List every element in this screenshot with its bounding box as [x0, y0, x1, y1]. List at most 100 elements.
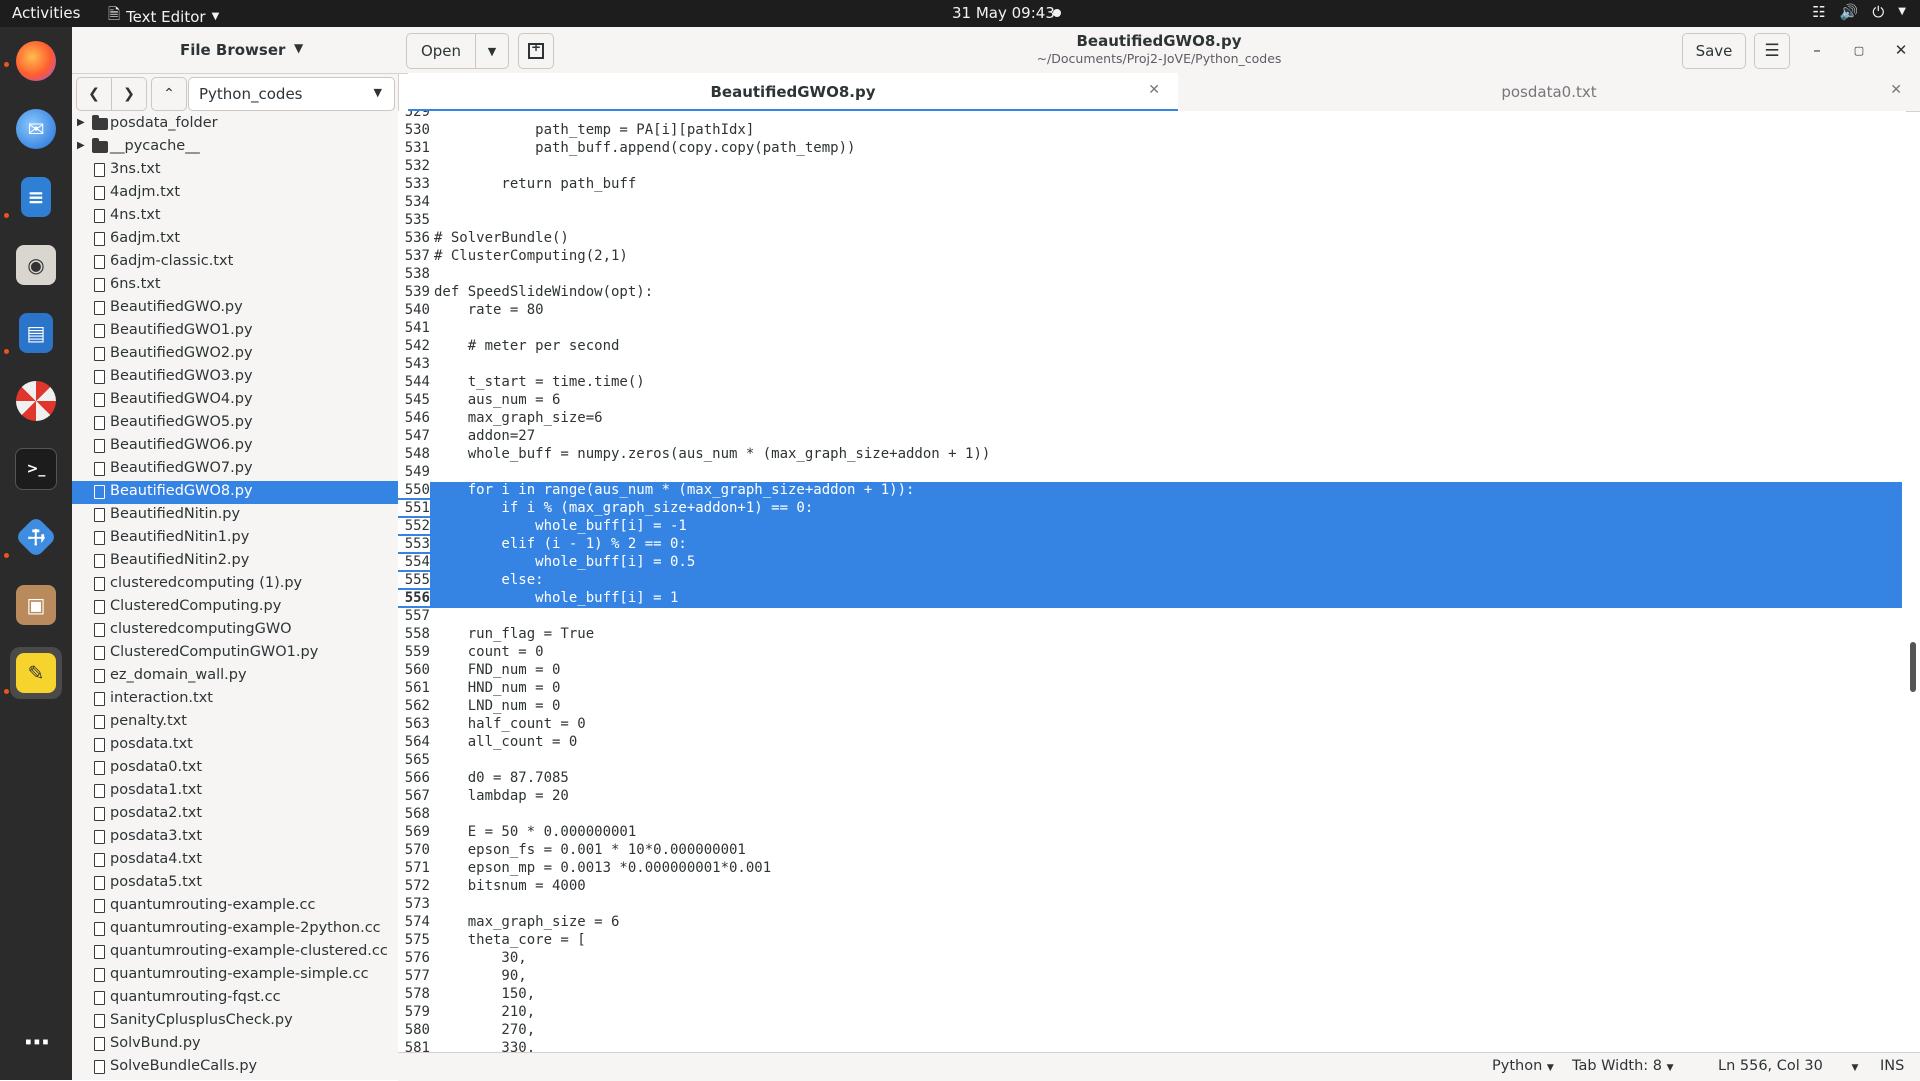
close-tab-icon[interactable]: ✕: [1148, 82, 1160, 98]
file-item[interactable]: posdata4.txt: [72, 849, 398, 872]
code-line[interactable]: 577 90,: [398, 968, 1902, 986]
clock[interactable]: 31 May 09:43: [952, 4, 1055, 22]
file-item[interactable]: quantumrouting-example-simple.cc: [72, 964, 398, 987]
file-item[interactable]: 4ns.txt: [72, 205, 398, 228]
code-line[interactable]: 544 t_start = time.time(): [398, 374, 1902, 392]
dock-item-archive[interactable]: ▣: [10, 579, 62, 631]
dock-item-thunderbird[interactable]: ✉: [10, 103, 62, 155]
code-line[interactable]: 568: [398, 806, 1902, 824]
file-item[interactable]: BeautifiedGWO6.py: [72, 435, 398, 458]
file-item[interactable]: 6adjm-classic.txt: [72, 251, 398, 274]
code-line[interactable]: 555 else:: [398, 572, 1902, 590]
file-item[interactable]: penalty.txt: [72, 711, 398, 734]
code-line[interactable]: 560 FND_num = 0: [398, 662, 1902, 680]
code-line[interactable]: 562 LND_num = 0: [398, 698, 1902, 716]
dock-item-firefox[interactable]: [10, 35, 62, 87]
back-button[interactable]: ❮: [76, 77, 112, 111]
file-item[interactable]: posdata3.txt: [72, 826, 398, 849]
tab-beautifiedgwo8[interactable]: BeautifiedGWO8.py ✕: [408, 73, 1178, 112]
code-line[interactable]: 533 return path_buff: [398, 176, 1902, 194]
folder-item[interactable]: ▶ posdata_folder: [72, 113, 398, 136]
network-icon[interactable]: ☷: [1812, 3, 1825, 21]
file-item[interactable]: posdata5.txt: [72, 872, 398, 895]
language-selector[interactable]: Python ▼: [1492, 1058, 1554, 1074]
file-item[interactable]: BeautifiedGWO5.py: [72, 412, 398, 435]
file-item[interactable]: BeautifiedNitin2.py: [72, 550, 398, 573]
code-line[interactable]: 566 d0 = 87.7085: [398, 770, 1902, 788]
tab-posdata0[interactable]: posdata0.txt ✕: [1178, 73, 1920, 111]
code-line[interactable]: 567 lambdap = 20: [398, 788, 1902, 806]
code-line[interactable]: 579 210,: [398, 1004, 1902, 1022]
code-line[interactable]: 574 max_graph_size = 6: [398, 914, 1902, 932]
code-line[interactable]: 564 all_count = 0: [398, 734, 1902, 752]
code-line[interactable]: 548 whole_buff = numpy.zeros(aus_num * (…: [398, 446, 1902, 464]
code-line[interactable]: 536 # SolverBundle(): [398, 230, 1902, 248]
dock-item-text-editor[interactable]: ✎: [10, 647, 62, 699]
code-line[interactable]: 531 path_buff.append(copy.copy(path_temp…: [398, 140, 1902, 158]
code-line[interactable]: 578 150,: [398, 986, 1902, 1004]
save-button[interactable]: Save: [1682, 33, 1746, 69]
power-icon[interactable]: ⏻: [1872, 3, 1884, 21]
code-line[interactable]: 539 def SpeedSlideWindow(opt):: [398, 284, 1902, 302]
code-line[interactable]: 572 bitsnum = 4000: [398, 878, 1902, 896]
code-line[interactable]: 538: [398, 266, 1902, 284]
code-line[interactable]: 556 whole_buff[i] = 1: [398, 590, 1902, 608]
code-line[interactable]: 550 for i in range(aus_num * (max_graph_…: [398, 482, 1902, 500]
code-line[interactable]: 552 whole_buff[i] = -1: [398, 518, 1902, 536]
dock-item-terminal[interactable]: >_: [10, 443, 62, 495]
code-line[interactable]: 542 # meter per second: [398, 338, 1902, 356]
code-line[interactable]: 570 epson_fs = 0.001 * 10*0.000000001: [398, 842, 1902, 860]
chevron-down-icon[interactable]: ▼: [1898, 3, 1906, 21]
maximize-button[interactable]: ▢: [1844, 35, 1874, 65]
code-line[interactable]: 559 count = 0: [398, 644, 1902, 662]
close-tab-icon[interactable]: ✕: [1890, 82, 1902, 98]
file-item[interactable]: ez_domain_wall.py: [72, 665, 398, 688]
insert-mode[interactable]: INS: [1880, 1058, 1904, 1074]
sidebar-title[interactable]: File Browser: [180, 41, 285, 59]
file-item[interactable]: clusteredcomputing (1).py: [72, 573, 398, 596]
file-item[interactable]: 4adjm.txt: [72, 182, 398, 205]
close-window-button[interactable]: ✕: [1886, 35, 1916, 65]
file-item[interactable]: ClusteredComputinGWO1.py: [72, 642, 398, 665]
file-item[interactable]: BeautifiedGWO4.py: [72, 389, 398, 412]
file-item[interactable]: BeautifiedNitin.py: [72, 504, 398, 527]
dock-item-writer[interactable]: ▤: [10, 307, 62, 359]
file-item[interactable]: posdata2.txt: [72, 803, 398, 826]
dock-item-ide[interactable]: ⚒: [10, 511, 62, 563]
scrollbar-thumb[interactable]: [1910, 642, 1916, 692]
hamburger-menu-button[interactable]: ☰: [1754, 33, 1790, 69]
file-item[interactable]: 3ns.txt: [72, 159, 398, 182]
folder-selector[interactable]: Python_codes ▼: [188, 77, 395, 111]
file-item[interactable]: quantumrouting-example.cc: [72, 895, 398, 918]
file-item[interactable]: SolveBundleCalls.py: [72, 1056, 398, 1079]
file-item[interactable]: interaction.txt: [72, 688, 398, 711]
code-line[interactable]: 537 # ClusterComputing(2,1): [398, 248, 1902, 266]
code-line[interactable]: 554 whole_buff[i] = 0.5: [398, 554, 1902, 572]
code-line[interactable]: 581 330,: [398, 1040, 1902, 1052]
file-item[interactable]: ClusteredComputing.py: [72, 596, 398, 619]
code-line[interactable]: 557: [398, 608, 1902, 626]
file-item[interactable]: quantumrouting-example-clustered.cc: [72, 941, 398, 964]
code-line[interactable]: 558 run_flag = True: [398, 626, 1902, 644]
code-line[interactable]: 571 epson_mp = 0.0013 *0.000000001*0.001: [398, 860, 1902, 878]
expander-icon[interactable]: ▶: [77, 117, 85, 128]
code-line[interactable]: 540 rate = 80: [398, 302, 1902, 320]
folder-item[interactable]: ▶ __pycache__: [72, 136, 398, 159]
file-item[interactable]: quantumrouting-fqst.cc: [72, 987, 398, 1010]
file-item[interactable]: BeautifiedGWO8.py: [72, 481, 398, 504]
cursor-position[interactable]: Ln 556, Col 30 ▼: [1718, 1058, 1858, 1074]
file-item[interactable]: BeautifiedGWO2.py: [72, 343, 398, 366]
app-menu[interactable]: 🗎 Text Editor ▼: [108, 4, 219, 29]
code-line[interactable]: 546 max_graph_size=6: [398, 410, 1902, 428]
file-item[interactable]: SolvBund.py: [72, 1033, 398, 1056]
file-item[interactable]: 6ns.txt: [72, 274, 398, 297]
code-line[interactable]: 551 if i % (max_graph_size+addon+1) == 0…: [398, 500, 1902, 518]
file-item[interactable]: BeautifiedGWO7.py: [72, 458, 398, 481]
code-line[interactable]: 576 30,: [398, 950, 1902, 968]
code-line[interactable]: 580 270,: [398, 1022, 1902, 1040]
code-line[interactable]: 553 elif (i - 1) % 2 == 0:: [398, 536, 1902, 554]
code-line[interactable]: 543: [398, 356, 1902, 374]
file-item[interactable]: posdata1.txt: [72, 780, 398, 803]
code-line[interactable]: 549: [398, 464, 1902, 482]
expander-icon[interactable]: ▶: [77, 140, 85, 151]
